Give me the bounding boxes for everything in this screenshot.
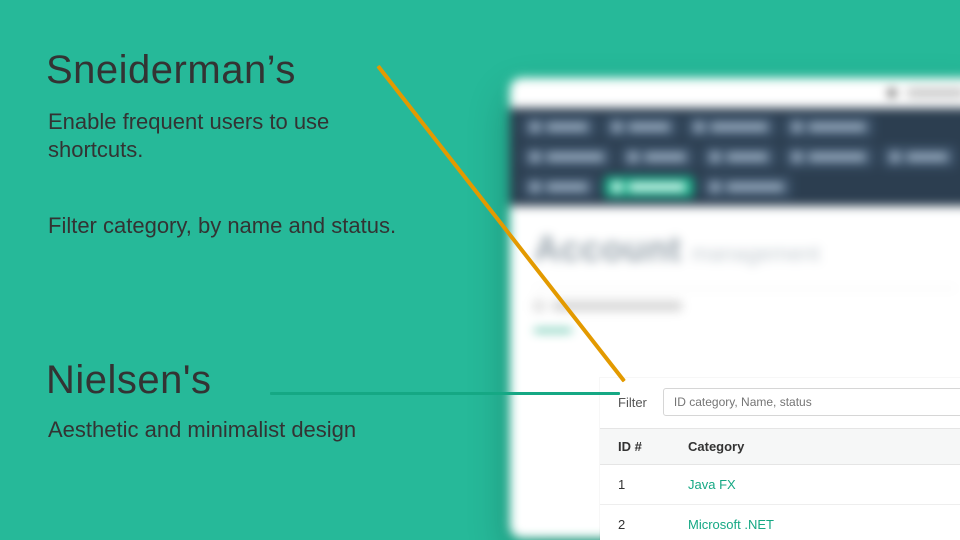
nav-label [628,183,686,191]
table-row[interactable]: 1 Java FX [600,465,960,505]
table-row[interactable]: 2 Microsoft .NET [600,505,960,540]
filter-table-panel: Filter ID # Category 1 Java FX 2 Microso… [600,378,960,540]
cell-id: 1 [600,465,670,505]
page-title: Account management [534,228,956,270]
accent-underline [534,329,572,332]
nav-label [546,183,588,191]
nav-icon [694,122,704,132]
nav-item[interactable] [702,146,776,168]
nav-item[interactable] [784,116,874,138]
nav-icon [530,182,540,192]
annotation-line-green [270,392,620,395]
nav-icon [890,152,900,162]
filter-label: Filter [618,395,647,410]
nav-icon [612,182,622,192]
nav-label [644,153,686,161]
filter-input[interactable] [663,388,960,416]
nav-item[interactable] [784,146,874,168]
nav-icon [792,152,802,162]
square-bullet-icon [534,301,544,311]
app-body: Account management [510,206,960,332]
nav-icon [628,152,638,162]
col-header-category[interactable]: Category [670,429,960,465]
nav-item[interactable] [604,116,678,138]
cell-category: Microsoft .NET [670,505,960,540]
filter-row: Filter [600,378,960,428]
heading-nielsen: Nielsen's [46,358,212,403]
nav-item[interactable] [620,146,694,168]
col-header-id[interactable]: ID # [600,429,670,465]
breadcrumb-row [534,301,956,311]
category-table: ID # Category 1 Java FX 2 Microsoft .NET [600,428,960,540]
nav-icon [710,182,720,192]
nav-label [906,153,948,161]
nav-item[interactable] [686,116,776,138]
heading-sneiderman: Sneiderman’s [46,48,296,93]
app-window-chrome [510,78,960,108]
window-title-placeholder [906,88,960,98]
nav-label [710,123,768,131]
page-title-strong: Account [534,228,682,270]
nav-icon [612,122,622,132]
nav-label [546,123,588,131]
sneiderman-principle-text: Enable frequent users to use shortcuts. [48,108,408,163]
nav-icon [530,122,540,132]
nav-item[interactable] [702,176,792,198]
nav-item[interactable] [522,146,612,168]
nav-label [726,183,784,191]
divider [534,288,956,289]
slide-stage: Sneiderman’s Enable frequent users to us… [0,0,960,540]
nav-label [808,153,866,161]
nav-icon [792,122,802,132]
cell-category: Java FX [670,465,960,505]
nav-item[interactable] [882,146,956,168]
nav-icon [530,152,540,162]
app-nav-bar [510,108,960,206]
nav-item-active[interactable] [604,176,694,198]
nav-label [726,153,768,161]
nav-icon [710,152,720,162]
nav-label [808,123,866,131]
nav-item[interactable] [522,116,596,138]
nav-label [546,153,604,161]
page-title-light: management [692,241,820,267]
nav-label [628,123,670,131]
nielsen-principle-text: Aesthetic and minimalist design [48,416,468,444]
window-dot-icon [888,89,896,97]
filter-description-text: Filter category, by name and status. [48,212,468,240]
nav-item[interactable] [522,176,596,198]
cell-id: 2 [600,505,670,540]
